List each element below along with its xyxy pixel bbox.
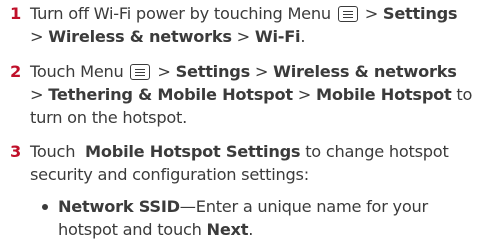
bold-term: Settings (382, 4, 458, 23)
text-run: > (359, 4, 383, 23)
menu-icon (130, 64, 151, 80)
step-1: 1 Turn off Wi-Fi power by touching Menu … (0, 2, 502, 48)
bullet-text: Network SSID—Enter a unique name for you… (58, 195, 502, 241)
step-line: Touch Mobile Hotspot Settings to change … (30, 140, 502, 163)
step-number: 1 (10, 4, 22, 23)
text-run: to change hotspot (300, 142, 449, 161)
step-text: Touch Menu > Settings > Wireless & netwo… (30, 60, 502, 129)
bold-term: Settings (175, 62, 251, 81)
bullet-line: hotspot and touch Next. (58, 218, 502, 241)
text-run: > (231, 27, 255, 46)
step-number: 2 (10, 62, 22, 81)
text-run: Touch (30, 142, 85, 161)
step-2: 2 Touch Menu > Settings > Wireless & net… (0, 60, 502, 129)
menu-icon (337, 6, 358, 22)
text-run: security and configuration settings: (30, 165, 309, 184)
text-run: > (152, 62, 176, 81)
step-text: Turn off Wi-Fi power by touching Menu > … (30, 2, 502, 48)
text-run: to (451, 85, 473, 104)
bold-term: Wireless & networks (273, 62, 457, 81)
bold-term: Mobile Hotspot (316, 85, 452, 104)
bullet-dot-icon (42, 204, 48, 210)
text-run: Touch Menu (30, 62, 129, 81)
instructions-page: 1 Turn off Wi-Fi power by touching Menu … (0, 0, 502, 240)
step-line: > Tethering & Mobile Hotspot > Mobile Ho… (30, 83, 502, 106)
text-run: > (30, 85, 49, 104)
step-line: > Wireless & networks > Wi-Fi. (30, 25, 502, 48)
bold-term: Mobile Hotspot Settings (85, 142, 301, 161)
text-run: Turn off Wi-Fi power by touching Menu (30, 4, 336, 23)
text-run: . (248, 220, 254, 239)
bullet-line: Network SSID—Enter a unique name for you… (58, 195, 502, 218)
step-line: security and configuration settings: (30, 163, 502, 186)
step-line: turn on the hotspot. (30, 106, 502, 129)
bold-term: Wi-Fi (254, 27, 301, 46)
step-3: 3 Touch Mobile Hotspot Settings to chang… (0, 140, 502, 186)
bullet-network-ssid: Network SSID—Enter a unique name for you… (0, 195, 502, 241)
text-run: > (30, 27, 49, 46)
step-line: Turn off Wi-Fi power by touching Menu > … (30, 2, 502, 25)
text-run: —Enter a unique name for your (179, 197, 428, 216)
bold-term: Wireless & networks (48, 27, 232, 46)
step-number: 3 (10, 142, 22, 161)
text-run: turn on the hotspot. (30, 108, 188, 127)
bold-term: Next (206, 220, 249, 239)
text-run: hotspot and touch (58, 220, 207, 239)
text-run: > (249, 62, 274, 81)
text-run: . (300, 27, 306, 46)
step-line: Touch Menu > Settings > Wireless & netwo… (30, 60, 502, 83)
step-text: Touch Mobile Hotspot Settings to change … (30, 140, 502, 186)
bold-term: Tethering & Mobile Hotspot (48, 85, 293, 104)
bold-term: Network SSID (58, 197, 180, 216)
text-run: > (292, 85, 316, 104)
